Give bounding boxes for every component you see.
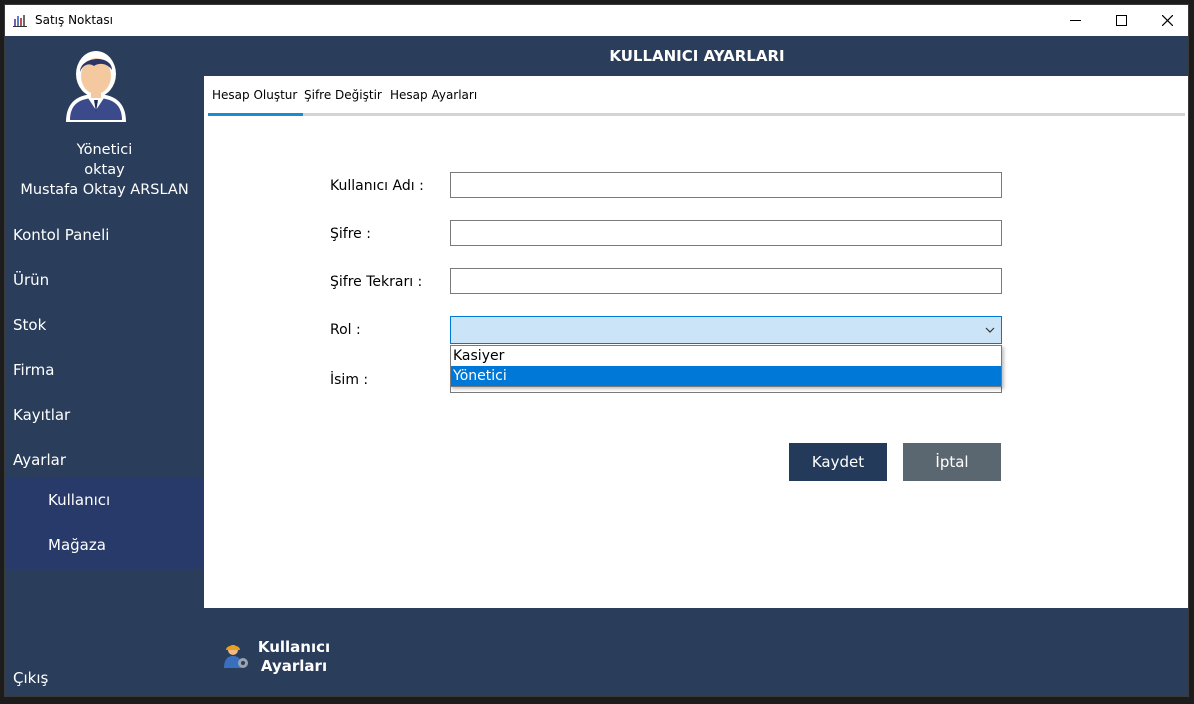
app-window: Satış Noktası Yönetici oktay Mustafa Okt…: [4, 4, 1189, 697]
sidebar-subitem-user[interactable]: Kullanıcı: [5, 478, 204, 523]
sidebar-item-dashboard[interactable]: Kontol Paneli: [5, 213, 204, 258]
password-repeat-label: Şifre Tekrarı :: [330, 274, 423, 290]
tab-divider: [208, 113, 1185, 116]
role-option-admin[interactable]: Yönetici: [451, 366, 1001, 386]
tab-active-indicator: [208, 113, 303, 116]
footer-bar: Kullanıcı Ayarları: [204, 608, 1188, 696]
chevron-down-icon: [985, 327, 995, 333]
settings-submenu: Kullanıcı Mağaza: [5, 477, 204, 569]
page-title: KULLANICI AYARLARI: [204, 36, 1188, 76]
sidebar-item-products[interactable]: Ürün: [5, 258, 204, 303]
title-bar[interactable]: Satış Noktası: [5, 5, 1188, 36]
chart-app-icon: [13, 15, 27, 27]
password-input[interactable]: [450, 220, 1002, 246]
user-role: Yönetici: [76, 142, 133, 158]
cancel-button[interactable]: İptal: [903, 443, 1001, 481]
password-label: Şifre :: [330, 226, 371, 242]
sidebar-subitem-store[interactable]: Mağaza: [5, 523, 204, 568]
maximize-button[interactable]: [1098, 5, 1144, 36]
role-label: Rol :: [330, 322, 361, 338]
role-dropdown-list: Kasiyer Yönetici: [450, 345, 1002, 387]
maximize-icon: [1115, 15, 1127, 26]
close-button[interactable]: [1144, 5, 1188, 36]
footer-title-line1: Kullanıcı: [257, 638, 331, 656]
name-label: İsim :: [330, 372, 369, 388]
sidebar-item-exit[interactable]: Çıkış: [5, 656, 204, 696]
sidebar-item-stock[interactable]: Stok: [5, 303, 204, 348]
sidebar: Yönetici oktay Mustafa Oktay ARSLAN Kont…: [5, 36, 204, 696]
tab-create-account[interactable]: Hesap Oluştur: [212, 88, 297, 102]
sidebar-item-company[interactable]: Firma: [5, 348, 204, 393]
close-icon: [1161, 15, 1173, 26]
username-label: Kullanıcı Adı :: [330, 178, 424, 194]
role-select[interactable]: [450, 316, 1002, 344]
window-title: Satış Noktası: [35, 13, 113, 27]
password-repeat-input[interactable]: [450, 268, 1002, 294]
user-settings-icon: [224, 645, 248, 668]
save-button[interactable]: Kaydet: [789, 443, 887, 481]
tab-account-settings[interactable]: Hesap Ayarları: [390, 88, 477, 102]
minimize-icon: [1069, 20, 1081, 21]
minimize-button[interactable]: [1052, 5, 1098, 36]
footer-title-line2: Ayarları: [260, 657, 328, 675]
sidebar-item-records[interactable]: Kayıtlar: [5, 393, 204, 438]
username-input[interactable]: [450, 172, 1002, 198]
footer-title: Kullanıcı Ayarları: [254, 638, 334, 676]
user-avatar-icon: [66, 51, 126, 122]
role-option-cashier[interactable]: Kasiyer: [451, 346, 1001, 366]
user-full-name: Mustafa Oktay ARSLAN: [20, 182, 189, 198]
user-username: oktay: [84, 162, 125, 178]
tab-change-password[interactable]: Şifre Değiştir: [304, 88, 382, 102]
